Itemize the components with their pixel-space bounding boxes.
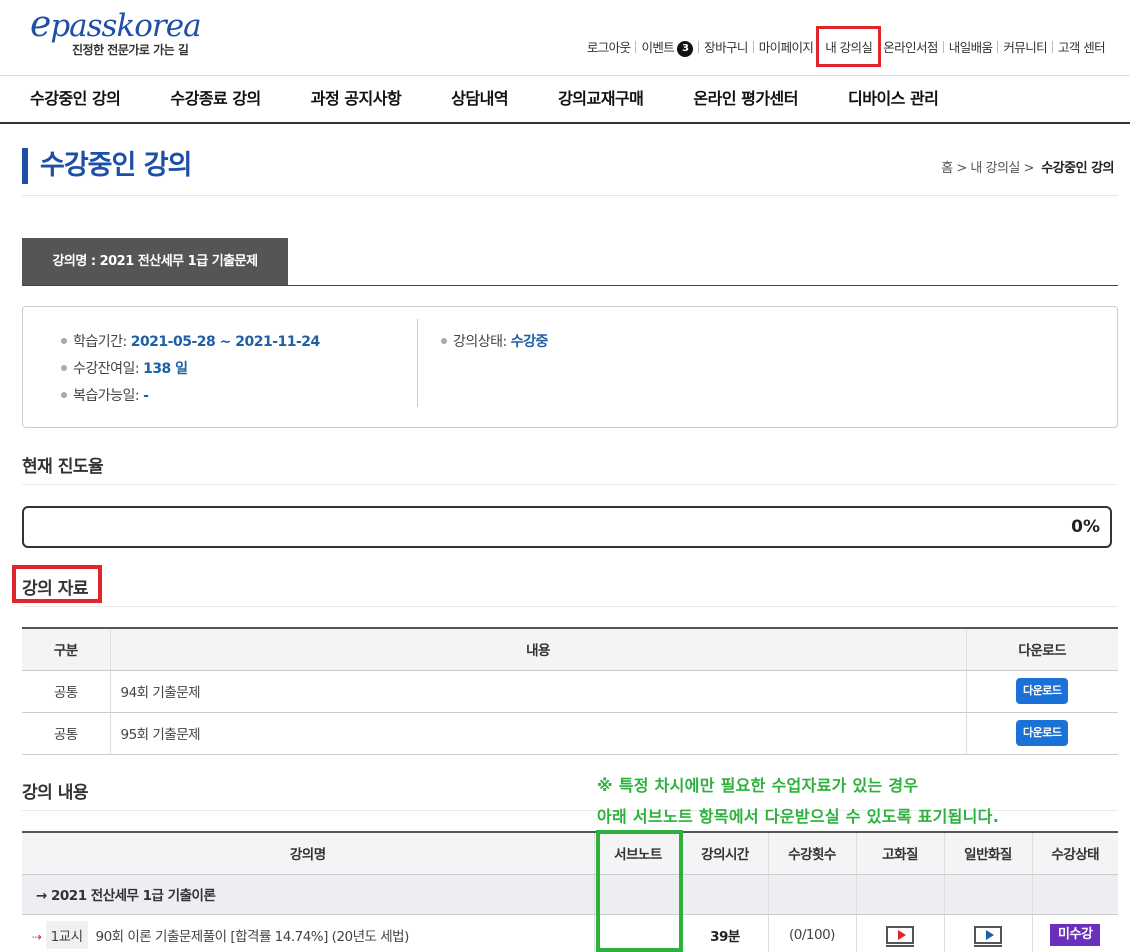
nav-current-courses[interactable]: 수강중인 강의 — [30, 76, 121, 122]
col-hd: 고화질 — [855, 832, 944, 875]
col-download: 다운로드 — [965, 628, 1118, 671]
util-mypage[interactable]: 마이페이지 — [754, 37, 819, 56]
table-row: 공통 94회 기출문제 다운로드 — [22, 670, 1118, 713]
subnote-notice: ※ 특정 차시에만 필요한 수업자료가 있는 경우 아래 서브노트 항목에서 다… — [597, 776, 1000, 826]
col-type: 구분 — [22, 628, 110, 671]
page-title: 수강중인 강의 — [22, 148, 192, 184]
event-count-badge: 3 — [677, 40, 694, 57]
util-customer-center[interactable]: 고객 센터 — [1053, 37, 1110, 56]
lecture-count: (0/100) — [767, 914, 856, 952]
lectures-table: 강의명 서브노트 강의시간 수강횟수 고화질 일반화질 수강상태 → 2021 … — [22, 831, 1118, 952]
col-sd: 일반화질 — [943, 832, 1032, 875]
course-tab[interactable]: 강의명 : 2021 전산세무 1급 기출문제 — [22, 238, 288, 285]
review-days: 복습가능일: - — [61, 383, 320, 410]
breadcrumb-parent[interactable]: 내 강의실 — [970, 161, 1020, 176]
col-count: 수강횟수 — [767, 832, 856, 875]
highlight-box — [12, 565, 102, 603]
col-time: 강의시간 — [681, 832, 768, 875]
nav-device-management[interactable]: 디바이스 관리 — [848, 76, 939, 122]
nav-ended-courses[interactable]: 수강종료 강의 — [170, 76, 261, 122]
lecture-group-title: → 2021 전산세무 1급 기출이론 — [22, 874, 594, 915]
table-row: 공통 95회 기출문제 다운로드 — [22, 712, 1118, 755]
progress-percent: 0% — [1071, 517, 1100, 537]
util-event[interactable]: 이벤트 3 — [636, 37, 698, 57]
nav-online-evaluation[interactable]: 온라인 평가센터 — [693, 76, 798, 122]
lecture-group-row: → 2021 전산세무 1급 기출이론 — [22, 874, 1118, 915]
util-tomorrow-learning[interactable]: 내일배움 — [944, 37, 998, 56]
util-community[interactable]: 커뮤니티 — [998, 37, 1052, 56]
util-cart[interactable]: 장바구니 — [699, 37, 753, 56]
arrow-icon: ⇢ — [32, 930, 42, 944]
nav-course-notice[interactable]: 과정 공지사항 — [311, 76, 402, 122]
top-header: epasskorea 진정한 전문가로 가는 길 로그아웃 이벤트 3 장바구니 … — [0, 0, 1130, 76]
lecture-time: 39분 — [681, 914, 768, 952]
remaining-days: 수강잔여일: 138 일 — [61, 356, 320, 383]
util-my-classroom[interactable]: 내 강의실 — [816, 26, 882, 67]
table-row: ⇢ 1교시 90회 이론 기출문제풀이 [합격률 14.74%] (20년도 세법)… — [22, 914, 1118, 952]
breadcrumb-home[interactable]: 홈 — [941, 161, 953, 176]
progress-title: 현재 진도율 — [22, 457, 104, 477]
divider — [22, 285, 1118, 286]
breadcrumb-current: 수강중인 강의 — [1041, 161, 1114, 176]
study-period: 학습기간: 2021-05-28 ~ 2021-11-24 — [61, 329, 320, 356]
download-button[interactable]: 다운로드 — [1016, 678, 1069, 704]
divider — [22, 195, 1118, 196]
lectures-title: 강의 내용 — [22, 783, 88, 803]
nav-consult-history[interactable]: 상담내역 — [451, 76, 508, 122]
play-sd-icon[interactable] — [974, 926, 1002, 947]
play-hd-icon[interactable] — [886, 926, 914, 947]
utility-nav: 로그아웃 이벤트 3 장바구니 마이페이지 내 강의실 온라인서점 내일배움 커뮤… — [582, 26, 1110, 67]
util-logout[interactable]: 로그아웃 — [582, 37, 636, 56]
status-badge: 미수강 — [1050, 924, 1101, 946]
main-nav: 수강중인 강의 수강종료 강의 과정 공지사항 상담내역 강의교재구매 온라인 … — [0, 76, 1130, 124]
col-content: 내용 — [109, 628, 966, 671]
course-status: 강의상태: 수강중 — [441, 329, 548, 356]
materials-table: 구분 내용 다운로드 공통 94회 기출문제 다운로드 공통 95회 기출문제 … — [22, 627, 1118, 755]
progress-bar: 0% — [22, 506, 1112, 548]
col-lecture-name: 강의명 — [22, 832, 594, 875]
lecture-name: 90회 이론 기출문제풀이 [합격률 14.74%] (20년도 세법) — [95, 929, 410, 945]
course-info-box: 학습기간: 2021-05-28 ~ 2021-11-24 수강잔여일: 138… — [22, 306, 1118, 428]
highlight-box — [596, 830, 683, 952]
util-online-bookstore[interactable]: 온라인서점 — [878, 37, 943, 56]
col-status: 수강상태 — [1031, 832, 1118, 875]
download-button[interactable]: 다운로드 — [1016, 720, 1069, 746]
lecture-period: 1교시 — [45, 921, 88, 949]
nav-textbook-purchase[interactable]: 강의교재구매 — [558, 76, 644, 122]
breadcrumb: 홈 > 내 강의실 > 수강중인 강의 — [941, 161, 1114, 176]
epasskorea-logo[interactable]: epasskorea 진정한 전문가로 가는 길 — [30, 7, 220, 60]
